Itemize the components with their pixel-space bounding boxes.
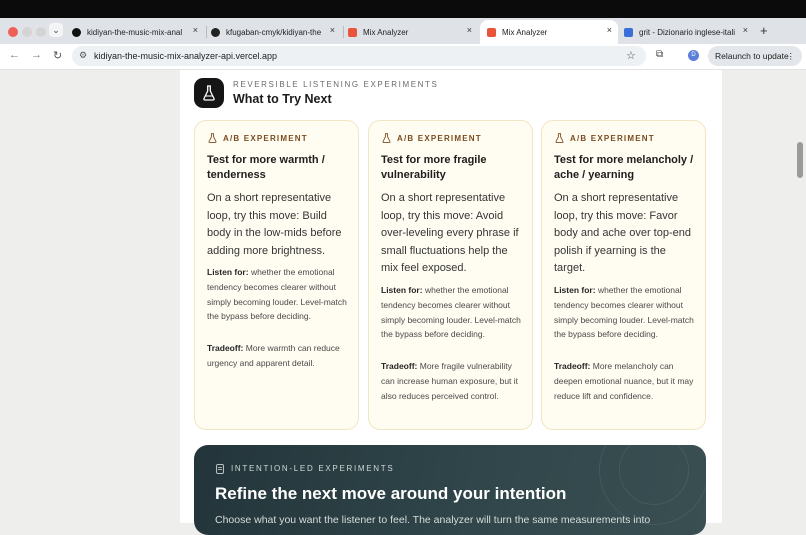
close-icon[interactable]: ×	[607, 25, 612, 35]
close-icon[interactable]: ×	[743, 25, 748, 35]
github-icon	[211, 27, 220, 37]
experiment-card-warmth: A/B EXPERIMENT Test for more warmth / te…	[194, 120, 359, 430]
tab-mix-analyzer[interactable]: Mix Analyzer ×	[348, 22, 478, 42]
relaunch-button[interactable]: Relaunch to update ⋮	[708, 46, 802, 66]
card-move: On a short representative loop, try this…	[207, 192, 342, 257]
ab-experiment-tag: A/B EXPERIMENT	[208, 133, 308, 143]
tradeoff-label: Tradeoff:	[207, 343, 244, 353]
card-title: Test for more fragile vulnerability	[381, 154, 487, 181]
flask-icon	[555, 133, 564, 143]
os-menu-bar	[0, 0, 806, 18]
ab-experiment-tag: A/B EXPERIMENT	[555, 133, 655, 143]
tab-mix-analyzer-active[interactable]: Mix Analyzer ×	[480, 20, 618, 44]
close-icon[interactable]: ×	[193, 25, 198, 35]
tab-label: Mix Analyzer	[502, 27, 548, 37]
mix-analyzer-favicon-icon	[348, 27, 357, 37]
chevron-down-icon: ⌄	[52, 25, 60, 35]
tab-kidiyan-repo[interactable]: kidiyan-the-music-mix-anal ×	[72, 22, 204, 42]
intention-banner: INTENTION-LED EXPERIMENTS Refine the nex…	[194, 445, 706, 535]
back-arrow-icon[interactable]: ←	[9, 49, 20, 61]
banner-title: Refine the next move around your intenti…	[215, 484, 567, 503]
close-icon[interactable]: ×	[467, 25, 472, 35]
tag-label: A/B EXPERIMENT	[223, 133, 308, 143]
tradeoff-label: Tradeoff:	[554, 361, 591, 371]
card-title: Test for more melancholy / ache / yearni…	[554, 154, 694, 181]
site-settings-icon[interactable]: ⚙	[79, 50, 87, 61]
tag-label: A/B EXPERIMENT	[397, 133, 482, 143]
tab-dizionario[interactable]: grit - Dizionario inglese-itali ×	[624, 22, 754, 42]
tab-separator	[206, 26, 207, 38]
tab-label: kidiyan-the-music-mix-anal	[87, 27, 183, 37]
reload-icon[interactable]: ↻	[53, 49, 62, 62]
tab-search-button[interactable]: ⌄	[49, 23, 63, 37]
tradeoff: Tradeoff: More melancholy can deepen emo…	[554, 359, 699, 403]
tab-label: kfugaban-cmyk/kidiyan-the	[226, 27, 322, 37]
tab-label: grit - Dizionario inglese-itali	[639, 27, 736, 37]
section-title: What to Try Next	[233, 92, 332, 106]
tab-label: Mix Analyzer	[363, 27, 409, 37]
close-icon[interactable]: ×	[330, 25, 335, 35]
flask-icon	[194, 78, 224, 108]
card-title: Test for more warmth / tenderness	[207, 154, 325, 181]
listen-for-label: Listen for:	[554, 285, 596, 295]
forward-arrow-icon[interactable]: →	[31, 49, 42, 61]
minimize-window-button[interactable]	[22, 27, 32, 37]
tradeoff-label: Tradeoff:	[381, 361, 418, 371]
close-window-button[interactable]	[8, 27, 18, 37]
relaunch-label: Relaunch to update	[715, 51, 789, 61]
ab-experiment-tag: A/B EXPERIMENT	[382, 133, 482, 143]
more-vert-icon[interactable]: ⋮	[787, 46, 796, 66]
wordreference-favicon-icon	[624, 27, 633, 37]
tab-github[interactable]: kfugaban-cmyk/kidiyan-the ×	[211, 22, 341, 42]
listen-for: Listen for: whether the emotional tenden…	[381, 283, 526, 342]
experiment-card-melancholy: A/B EXPERIMENT Test for more melancholy …	[541, 120, 706, 430]
tab-separator	[343, 26, 344, 38]
section-eyebrow: REVERSIBLE LISTENING EXPERIMENTS	[233, 80, 439, 89]
listen-for: Listen for: whether the emotional tenden…	[554, 283, 699, 342]
extensions-puzzle-icon[interactable]: ⧉	[656, 49, 663, 60]
flask-icon	[208, 133, 217, 143]
card-move: On a short representative loop, try this…	[381, 192, 519, 274]
document-icon	[216, 464, 224, 474]
scrollbar-thumb[interactable]	[797, 142, 803, 178]
zoom-window-button[interactable]	[36, 27, 46, 37]
listen-for-label: Listen for:	[381, 285, 423, 295]
listen-for: Listen for: whether the emotional tenden…	[207, 265, 352, 324]
bookmark-star-icon[interactable]: ☆	[626, 49, 636, 62]
card-move: On a short representative loop, try this…	[554, 192, 691, 274]
banner-description: Choose what you want the listener to fee…	[215, 514, 651, 526]
experiment-card-vulnerability: A/B EXPERIMENT Test for more fragile vul…	[368, 120, 533, 430]
tag-label: A/B EXPERIMENT	[570, 133, 655, 143]
new-tab-button[interactable]: +	[760, 23, 768, 38]
banner-eyebrow: INTENTION-LED EXPERIMENTS	[231, 464, 395, 473]
vercel-favicon-icon	[72, 27, 81, 37]
mix-analyzer-favicon-icon	[487, 27, 496, 37]
profile-avatar[interactable]: D	[688, 50, 699, 61]
flask-icon	[382, 133, 391, 143]
tradeoff: Tradeoff: More fragile vulnerability can…	[381, 359, 526, 403]
url-text[interactable]: kidiyan-the-music-mix-analyzer-api.verce…	[94, 51, 277, 61]
listen-for-label: Listen for:	[207, 267, 249, 277]
tradeoff: Tradeoff: More warmth can reduce urgency…	[207, 341, 352, 371]
